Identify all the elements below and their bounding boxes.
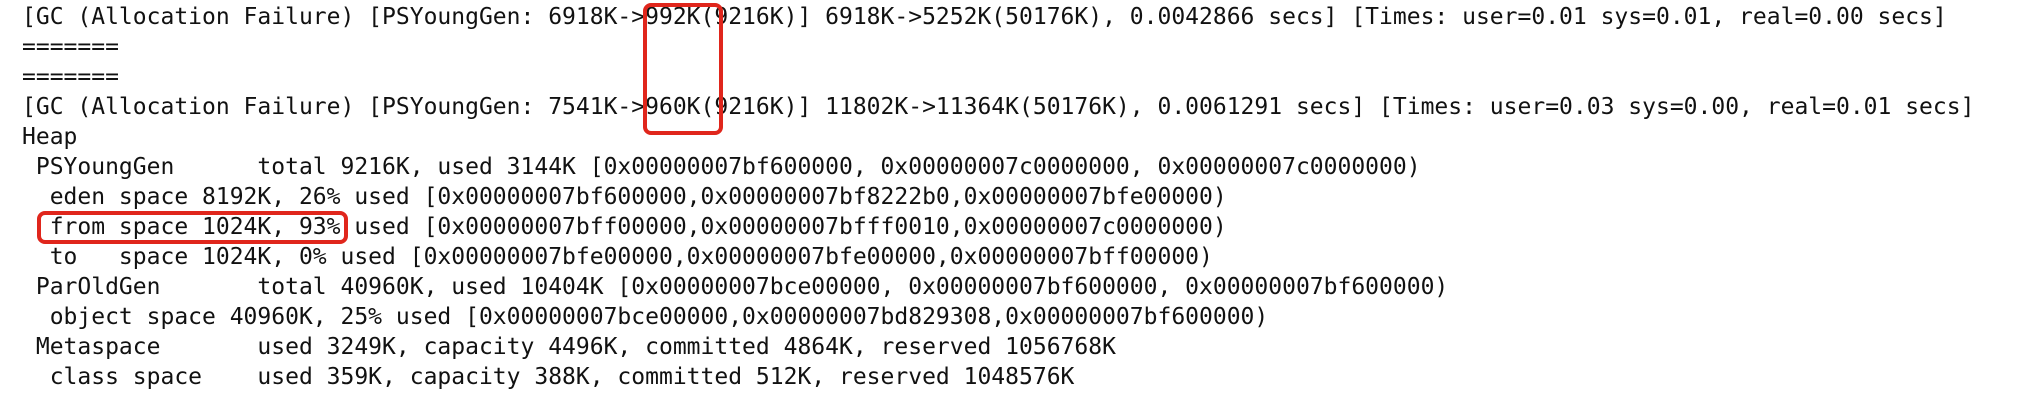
object-space-line: object space 40960K, 25% used [0x0000000… [22,304,1269,330]
gc-log-line-2: [GC (Allocation Failure) [PSYoungGen: 75… [22,94,1975,120]
eden-space-line: eden space 8192K, 26% used [0x00000007bf… [22,184,1227,210]
psyounggen-line: PSYoungGen total 9216K, used 3144K [0x00… [22,154,1421,180]
terminal-output: [GC (Allocation Failure) [PSYoungGen: 69… [0,0,2040,406]
to-space-line: to space 1024K, 0% used [0x00000007bfe00… [22,244,1213,270]
paroldgen-line: ParOldGen total 40960K, used 10404K [0x0… [22,274,1449,300]
gc-log: [GC (Allocation Failure) [PSYoungGen: 69… [22,2,1974,392]
separator-line-2: ======= [22,64,119,90]
gc-log-line-1: [GC (Allocation Failure) [PSYoungGen: 69… [22,4,1947,30]
from-space-line: from space 1024K, 93% used [0x00000007bf… [22,214,1227,240]
heap-header: Heap [22,124,78,150]
class-space-line: class space used 359K, capacity 388K, co… [22,364,1075,390]
separator-line-1: ======= [22,34,119,60]
metaspace-line: Metaspace used 3249K, capacity 4496K, co… [22,334,1116,360]
